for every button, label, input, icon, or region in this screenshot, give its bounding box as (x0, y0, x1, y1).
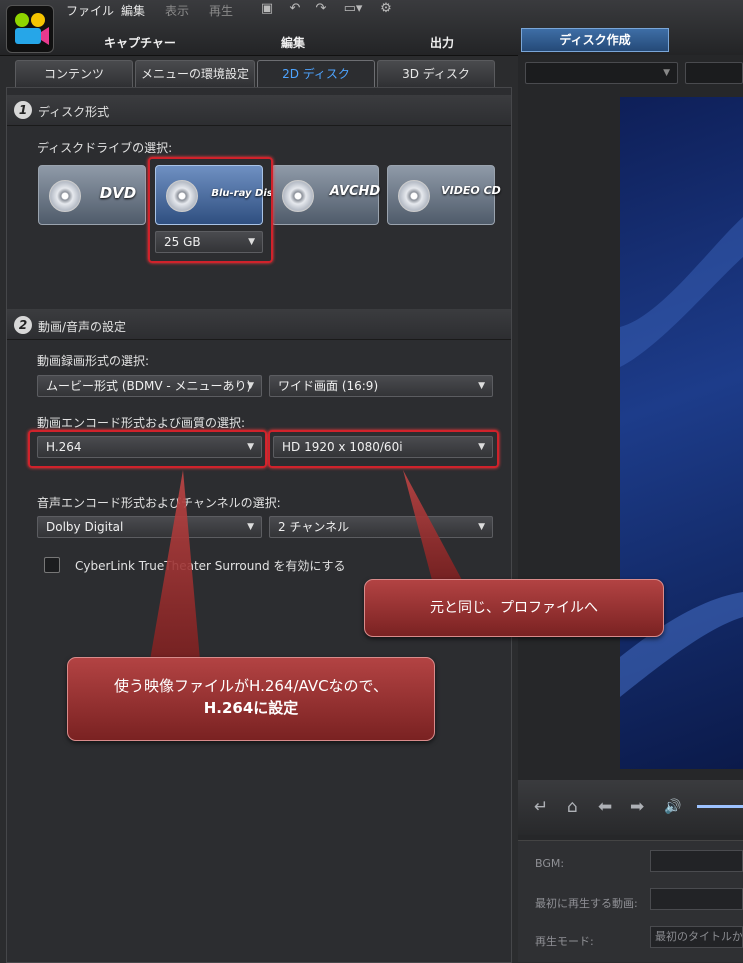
callout-codec-line1: 使う映像ファイルがH.264/AVCなので、 (114, 677, 388, 695)
callout-profile: 元と同じ、プロファイルへ (364, 579, 664, 637)
callout-pointers (150, 470, 462, 660)
callout-pointer-codec (150, 470, 200, 660)
callout-codec: 使う映像ファイルがH.264/AVCなので、 H.264に設定 (67, 657, 435, 741)
callout-profile-text: 元と同じ、プロファイルへ (430, 600, 598, 616)
callout-codec-line2: H.264に設定 (203, 699, 299, 717)
callout-pointer-profile (403, 470, 462, 580)
